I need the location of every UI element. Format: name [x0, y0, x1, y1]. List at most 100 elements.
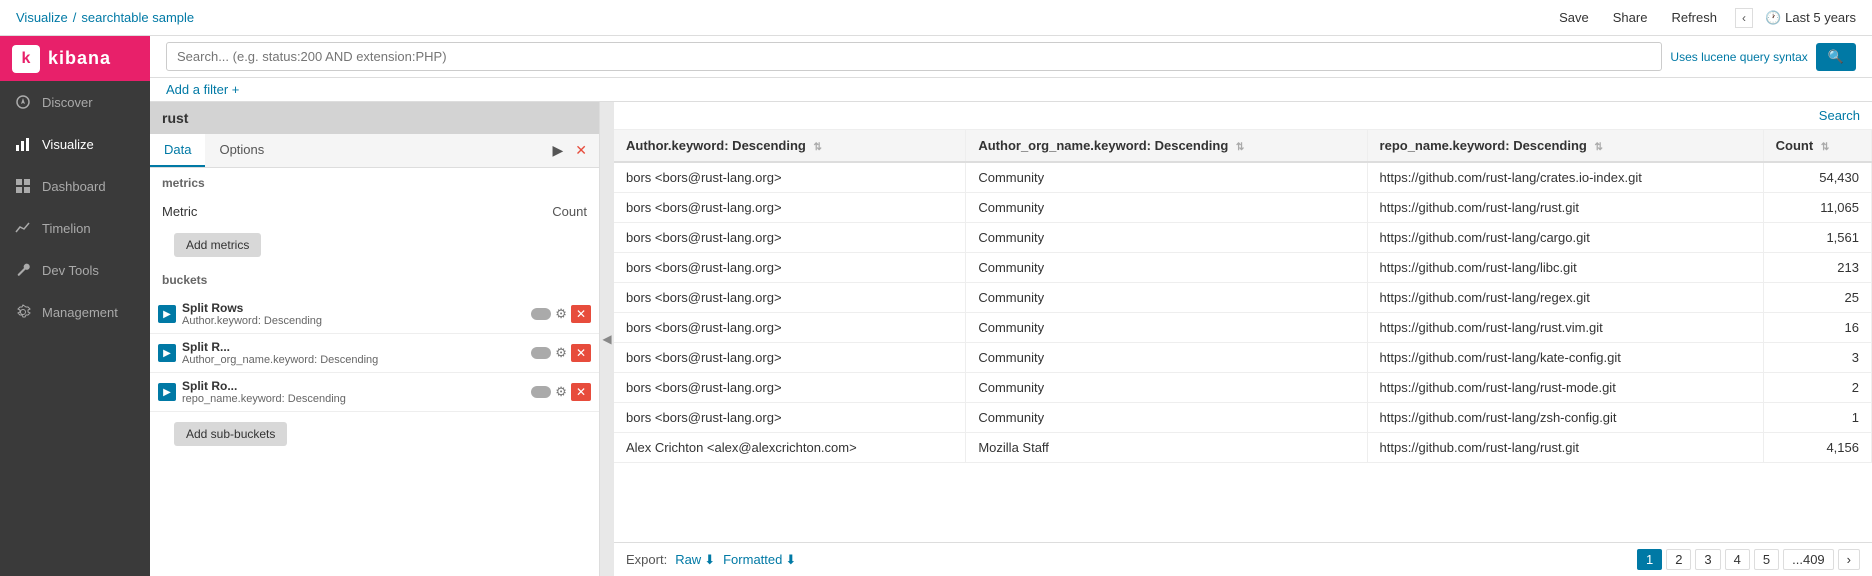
col-header-count[interactable]: Count ⇅	[1763, 130, 1871, 162]
cell-count-9: 4,156	[1763, 433, 1871, 463]
cell-org-6: Community	[966, 343, 1367, 373]
page-btn-2[interactable]: 2	[1666, 549, 1691, 570]
sidebar-item-dashboard[interactable]: Dashboard	[0, 165, 150, 207]
table-body: bors <bors@rust-lang.org>Communityhttps:…	[614, 162, 1872, 463]
sidebar-item-devtools[interactable]: Dev Tools	[0, 249, 150, 291]
bucket-expand-2[interactable]: ▶	[158, 383, 176, 401]
cell-count-0: 54,430	[1763, 162, 1871, 193]
bucket-info-1: Split R... Author_org_name.keyword: Desc…	[182, 340, 525, 366]
add-filter-button[interactable]: Add a filter +	[166, 82, 239, 97]
cell-author-8: bors <bors@rust-lang.org>	[614, 403, 966, 433]
export-raw-link[interactable]: Raw ⬇	[675, 552, 715, 568]
save-button[interactable]: Save	[1553, 8, 1595, 27]
tab-data[interactable]: Data	[150, 134, 205, 167]
content-area: Uses lucene query syntax 🔍 Add a filter …	[150, 36, 1872, 576]
filter-bar: Add a filter +	[150, 78, 1872, 102]
page-next-button[interactable]: ›	[1838, 549, 1860, 570]
pagination: 12345...409›	[1637, 549, 1860, 570]
edit-icon-1[interactable]: ⚙	[553, 345, 569, 361]
page-btn-4[interactable]: 4	[1725, 549, 1750, 570]
sidebar-item-management[interactable]: Management	[0, 291, 150, 333]
sidebar-item-visualize-label: Visualize	[42, 137, 94, 152]
delete-bucket-2[interactable]: ✕	[571, 383, 591, 401]
breadcrumb-parent[interactable]: Visualize	[16, 10, 68, 25]
metric-value: Count	[552, 204, 587, 219]
col-count-label: Count	[1776, 138, 1814, 153]
delete-bucket-0[interactable]: ✕	[571, 305, 591, 323]
bucket-info-0: Split Rows Author.keyword: Descending	[182, 301, 525, 327]
sidebar-item-timelion[interactable]: Timelion	[0, 207, 150, 249]
share-button[interactable]: Share	[1607, 8, 1654, 27]
col-header-repo[interactable]: repo_name.keyword: Descending ⇅	[1367, 130, 1763, 162]
add-metrics-button[interactable]: Add metrics	[174, 233, 261, 257]
edit-icon-2[interactable]: ⚙	[553, 384, 569, 400]
bucket-actions-0: ⚙ ✕	[531, 305, 591, 323]
workspace: rust Data Options ▶ ✕ metrics Metric Cou…	[150, 102, 1872, 576]
cell-count-2: 1,561	[1763, 223, 1871, 253]
time-prev-button[interactable]: ‹	[1735, 8, 1753, 28]
col-org-label: Author_org_name.keyword: Descending	[978, 138, 1228, 153]
breadcrumb-current: searchtable sample	[81, 10, 194, 25]
cell-repo-6: https://github.com/rust-lang/kate-config…	[1367, 343, 1763, 373]
page-btn-3[interactable]: 3	[1695, 549, 1720, 570]
toggle-icon-0[interactable]	[531, 308, 551, 320]
toggle-icon-1[interactable]	[531, 347, 551, 359]
add-sub-buckets-button[interactable]: Add sub-buckets	[174, 422, 287, 446]
sidebar-item-discover[interactable]: Discover	[0, 81, 150, 123]
cell-count-5: 16	[1763, 313, 1871, 343]
edit-icon-0[interactable]: ⚙	[553, 306, 569, 322]
cell-org-2: Community	[966, 223, 1367, 253]
export-label: Export:	[626, 552, 667, 567]
table-footer: Export: Raw ⬇ Formatted ⬇ 12345...409›	[614, 542, 1872, 576]
add-sub-wrap: Add sub-buckets	[150, 412, 599, 456]
logo-icon: k	[12, 45, 40, 73]
delete-bucket-1[interactable]: ✕	[571, 344, 591, 362]
search-table-button[interactable]: Search	[1819, 108, 1860, 123]
bucket-expand-1[interactable]: ▶	[158, 344, 176, 362]
cell-count-7: 2	[1763, 373, 1871, 403]
search-bar: Uses lucene query syntax 🔍	[150, 36, 1872, 78]
table-row: bors <bors@rust-lang.org>Communityhttps:…	[614, 313, 1872, 343]
compass-icon	[14, 93, 32, 111]
close-panel-button[interactable]: ✕	[571, 140, 591, 161]
cell-count-3: 213	[1763, 253, 1871, 283]
sidebar-item-discover-label: Discover	[42, 95, 93, 110]
toggle-icon-2[interactable]	[531, 386, 551, 398]
bucket-expand-0[interactable]: ▶	[158, 305, 176, 323]
cell-org-3: Community	[966, 253, 1367, 283]
cell-author-9: Alex Crichton <alex@alexcrichton.com>	[614, 433, 966, 463]
cell-repo-0: https://github.com/rust-lang/crates.io-i…	[1367, 162, 1763, 193]
page-btn-1[interactable]: 1	[1637, 549, 1662, 570]
search-input[interactable]	[166, 42, 1662, 71]
collapse-icon: ◀	[602, 332, 611, 346]
refresh-button[interactable]: Refresh	[1665, 8, 1723, 27]
export-formatted-link[interactable]: Formatted ⬇	[723, 552, 796, 568]
page-btn-5[interactable]: 5	[1754, 549, 1779, 570]
bucket-detail-2: repo_name.keyword: Descending	[182, 393, 525, 405]
search-execute-button[interactable]: 🔍	[1816, 43, 1856, 71]
cell-count-6: 3	[1763, 343, 1871, 373]
logo-letter: k	[22, 50, 31, 68]
bucket-item-1: ▶ Split R... Author_org_name.keyword: De…	[150, 334, 599, 373]
sidebar-item-visualize[interactable]: Visualize	[0, 123, 150, 165]
col-header-author[interactable]: Author.keyword: Descending ⇅	[614, 130, 966, 162]
collapse-handle[interactable]: ◀	[600, 102, 614, 576]
metrics-section-label: metrics	[150, 168, 599, 198]
lucene-hint: Uses lucene query syntax	[1670, 50, 1807, 64]
col-header-org[interactable]: Author_org_name.keyword: Descending ⇅	[966, 130, 1367, 162]
sidebar-item-management-label: Management	[42, 305, 118, 320]
run-button[interactable]: ▶	[548, 140, 567, 161]
page-btn-...409[interactable]: ...409	[1783, 549, 1834, 570]
cell-repo-8: https://github.com/rust-lang/zsh-config.…	[1367, 403, 1763, 433]
sidebar-item-devtools-label: Dev Tools	[42, 263, 99, 278]
cell-author-4: bors <bors@rust-lang.org>	[614, 283, 966, 313]
cell-repo-3: https://github.com/rust-lang/libc.git	[1367, 253, 1763, 283]
tab-options[interactable]: Options	[205, 134, 278, 167]
main-area: k kibana Discover Visualize D	[0, 36, 1872, 576]
bucket-info-2: Split Ro... repo_name.keyword: Descendin…	[182, 379, 525, 405]
download-formatted-icon: ⬇	[785, 552, 796, 568]
download-raw-icon: ⬇	[704, 552, 715, 568]
time-range-picker[interactable]: 🕐 Last 5 years	[1765, 10, 1856, 26]
chart-line-icon	[14, 219, 32, 237]
bucket-item-2: ▶ Split Ro... repo_name.keyword: Descend…	[150, 373, 599, 412]
